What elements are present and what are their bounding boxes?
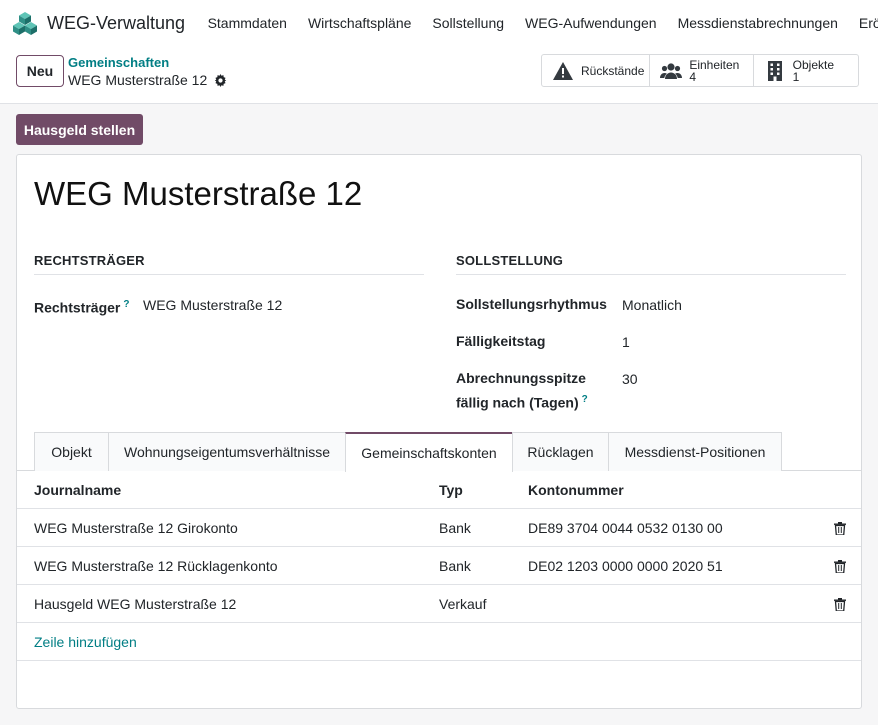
app-logo-icon — [13, 12, 37, 35]
form-sheet: WEG Musterstraße 12 Rechtsträger Sollste… — [16, 154, 862, 709]
column-header-journalname[interactable]: Journalname — [34, 471, 121, 509]
sollstellungsrhythmus-label: Sollstellungsrhythmus — [456, 296, 607, 312]
smart-buttons: Rückstände Einheiten 4 Objekte 1 — [541, 54, 859, 87]
app-brand[interactable]: WEG-Verwaltung — [0, 10, 197, 36]
rechtstraeger-label: Rechtsträger? — [34, 299, 130, 316]
menu-weg-aufwendungen[interactable]: WEG-Aufwendungen — [515, 15, 668, 31]
trash-icon — [834, 559, 846, 573]
smart-button-label: Rückstände — [581, 63, 645, 78]
breadcrumb-current-label: WEG Musterstraße 12 — [68, 72, 208, 88]
faelligkeitstag-value[interactable]: 1 — [622, 332, 630, 353]
table-row[interactable]: Hausgeld WEG Musterstraße 12 Verkauf — [17, 585, 861, 623]
users-icon — [660, 62, 683, 79]
record-title: WEG Musterstraße 12 — [34, 175, 363, 212]
delete-row-button[interactable] — [833, 509, 847, 547]
group-title-sollstellung: Sollstellung — [456, 253, 846, 275]
hausgeld-stellen-button[interactable]: Hausgeld stellen — [16, 114, 143, 145]
help-icon[interactable]: ? — [582, 394, 588, 405]
sollstellungsrhythmus-value[interactable]: Monatlich — [622, 295, 682, 316]
tab-objekt[interactable]: Objekt — [34, 432, 109, 471]
rechtstraeger-value[interactable]: WEG Musterstraße 12 — [143, 295, 282, 316]
app-title: WEG-Verwaltung — [47, 12, 186, 33]
smart-button-count: 1 — [792, 69, 800, 84]
accounts-table: Journalname Typ Kontonummer WEG Musterst… — [17, 471, 861, 661]
smart-button-label: Objekte — [792, 57, 835, 72]
menu-sollstellung[interactable]: Sollstellung — [422, 15, 515, 31]
menu-eroeffnung[interactable]: Eröffn — [848, 15, 878, 31]
breadcrumb-parent-link[interactable]: Gemeinschaften — [68, 55, 169, 70]
smart-button-count: 4 — [689, 69, 696, 84]
trash-icon — [834, 521, 846, 535]
trash-icon — [834, 597, 846, 611]
table-header: Journalname Typ Kontonummer — [17, 471, 861, 509]
cell-kontonummer[interactable]: DE89 3704 0044 0532 0130 00 — [528, 509, 723, 547]
menu-stammdaten[interactable]: Stammdaten — [197, 15, 297, 31]
tab-messdienst-positionen[interactable]: Messdienst-Positionen — [608, 432, 782, 471]
faelligkeitstag-label: Fälligkeitstag — [456, 333, 546, 349]
cell-journalname[interactable]: Hausgeld WEG Musterstraße 12 — [34, 585, 236, 623]
gear-icon[interactable] — [214, 73, 227, 87]
notebook-tabs: Objekt Wohnungseigentumsverhältnisse Gem… — [17, 432, 861, 472]
warning-icon — [553, 61, 573, 80]
building-icon — [767, 60, 782, 81]
smart-button-objekte[interactable]: Objekte 1 — [754, 55, 858, 86]
help-icon[interactable]: ? — [123, 299, 129, 310]
menu-messdienstabrechnungen[interactable]: Messdienstabrechnungen — [667, 15, 848, 31]
column-header-kontonummer[interactable]: Kontonummer — [528, 471, 624, 509]
abrechnungsspitze-value[interactable]: 30 — [622, 369, 638, 390]
menu-wirtschaftsplaene[interactable]: Wirtschaftspläne — [297, 15, 421, 31]
delete-row-button[interactable] — [833, 547, 847, 585]
add-line-link[interactable]: Zeile hinzufügen — [34, 623, 137, 661]
cell-typ[interactable]: Bank — [439, 547, 471, 585]
tab-gemeinschaftskonten[interactable]: Gemeinschaftskonten — [345, 432, 513, 472]
tab-wohnungseigentumsverhaeltnisse[interactable]: Wohnungseigentumsverhältnisse — [108, 432, 346, 471]
smart-button-einheiten[interactable]: Einheiten 4 — [650, 55, 754, 86]
tab-ruecklagen[interactable]: Rücklagen — [512, 432, 609, 471]
table-row[interactable]: WEG Musterstraße 12 Rücklagenkonto Bank … — [17, 547, 861, 585]
table-row[interactable]: WEG Musterstraße 12 Girokonto Bank DE89 … — [17, 509, 861, 547]
breadcrumb-current: WEG Musterstraße 12 — [68, 72, 227, 88]
column-header-typ[interactable]: Typ — [439, 471, 463, 509]
smart-button-label: Einheiten — [689, 57, 740, 72]
group-title-rechtstraeger: Rechtsträger — [34, 253, 424, 275]
cell-typ[interactable]: Verkauf — [439, 585, 486, 623]
cell-kontonummer[interactable]: DE02 1203 0000 0000 2020 51 — [528, 547, 723, 585]
cell-journalname[interactable]: WEG Musterstraße 12 Girokonto — [34, 509, 238, 547]
control-panel: Neu Gemeinschaften WEG Musterstraße 12 R… — [0, 46, 878, 104]
add-line-row: Zeile hinzufügen — [17, 623, 861, 661]
cell-typ[interactable]: Bank — [439, 509, 471, 547]
delete-row-button[interactable] — [833, 585, 847, 623]
smart-button-rueckstaende[interactable]: Rückstände — [542, 55, 651, 86]
new-button[interactable]: Neu — [16, 55, 64, 87]
top-navbar: WEG-Verwaltung Stammdaten Wirtschaftsplä… — [0, 0, 878, 46]
abrechnungsspitze-label: Abrechnungsspitze fällig nach (Tagen)? — [456, 370, 588, 411]
cell-journalname[interactable]: WEG Musterstraße 12 Rücklagenkonto — [34, 547, 278, 585]
